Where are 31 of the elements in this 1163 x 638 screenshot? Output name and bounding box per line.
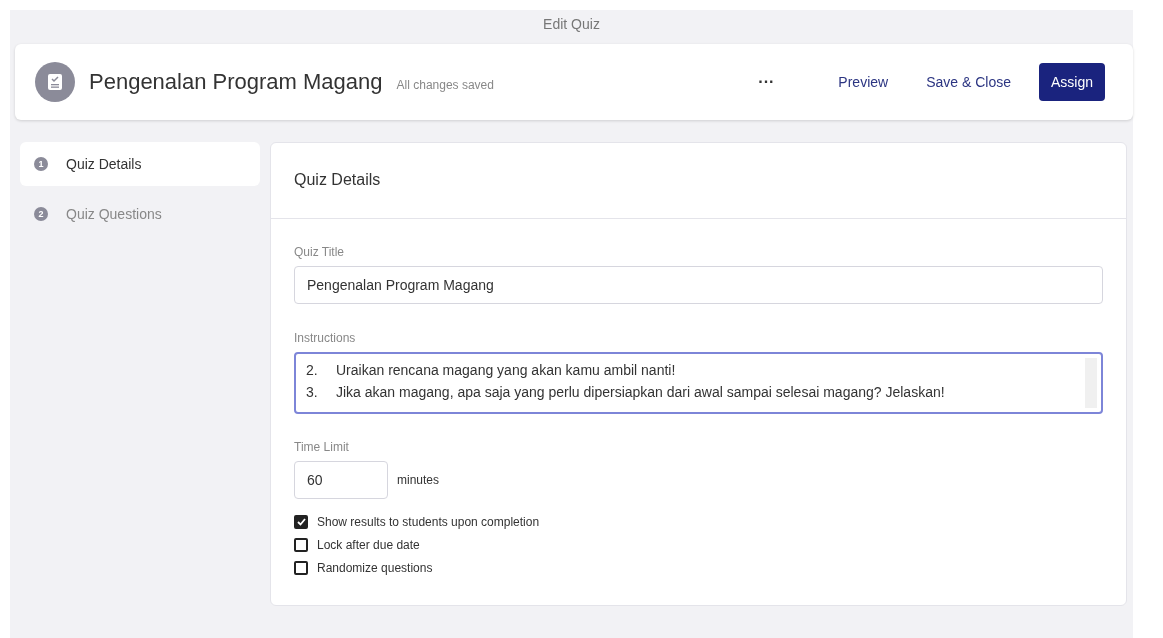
field-label: Time Limit — [294, 440, 350, 454]
quiz-icon — [35, 62, 75, 102]
field-label: Quiz Title — [294, 245, 345, 259]
list-number: 3. — [306, 384, 319, 400]
title-input[interactable]: Pengenalan Program Magang — [294, 266, 1103, 304]
instruction-text: Uraikan rencana magang yang akan kamu ambil nanti! — [336, 362, 676, 378]
step-number: 1 — [34, 157, 48, 171]
instructions-field[interactable]: 2. Uraikan rencana magang yang akan kamu ambil nanti! 3. Jika akan magang, apa saja yang perlu dipersiapkan dari awal sampai selesai magang? Jelaskan! — [294, 352, 1103, 414]
checkbox-label: Show results to students upon completion — [317, 515, 540, 529]
save-status: All changes saved — [396, 78, 494, 92]
page-title: Edit Quiz — [542, 15, 601, 34]
step-label: Quiz Details — [66, 156, 142, 172]
action-link[interactable]: Preview — [834, 66, 893, 98]
quiz-title: Pengenalan Program Magang — [89, 69, 383, 95]
unit-label: minutes — [397, 473, 440, 487]
step-number: 2 — [34, 207, 48, 221]
checkbox[interactable] — [294, 538, 308, 552]
checkbox-label: Lock after due date — [317, 538, 420, 552]
action-link[interactable]: Save & Close — [922, 66, 1015, 98]
instruction-text: Jika akan magang, apa saja yang perlu dipersiapkan dari awal sampai selesai magang? Jelaskan! — [336, 384, 945, 400]
checkbox[interactable] — [294, 515, 308, 529]
checkbox[interactable] — [294, 561, 308, 575]
assign-button[interactable]: Assign — [1038, 63, 1105, 101]
panel-title: Quiz Details — [271, 143, 1126, 219]
field-label: Instructions — [294, 331, 357, 345]
list-number: 2. — [306, 362, 319, 378]
step-label: Quiz Questions — [66, 206, 162, 222]
time-input[interactable]: 60 — [294, 461, 388, 499]
step-item[interactable]: 1 Quiz Details — [20, 142, 260, 186]
more-button[interactable]: ··· — [752, 72, 781, 92]
checkbox-label: Randomize questions — [317, 561, 433, 575]
